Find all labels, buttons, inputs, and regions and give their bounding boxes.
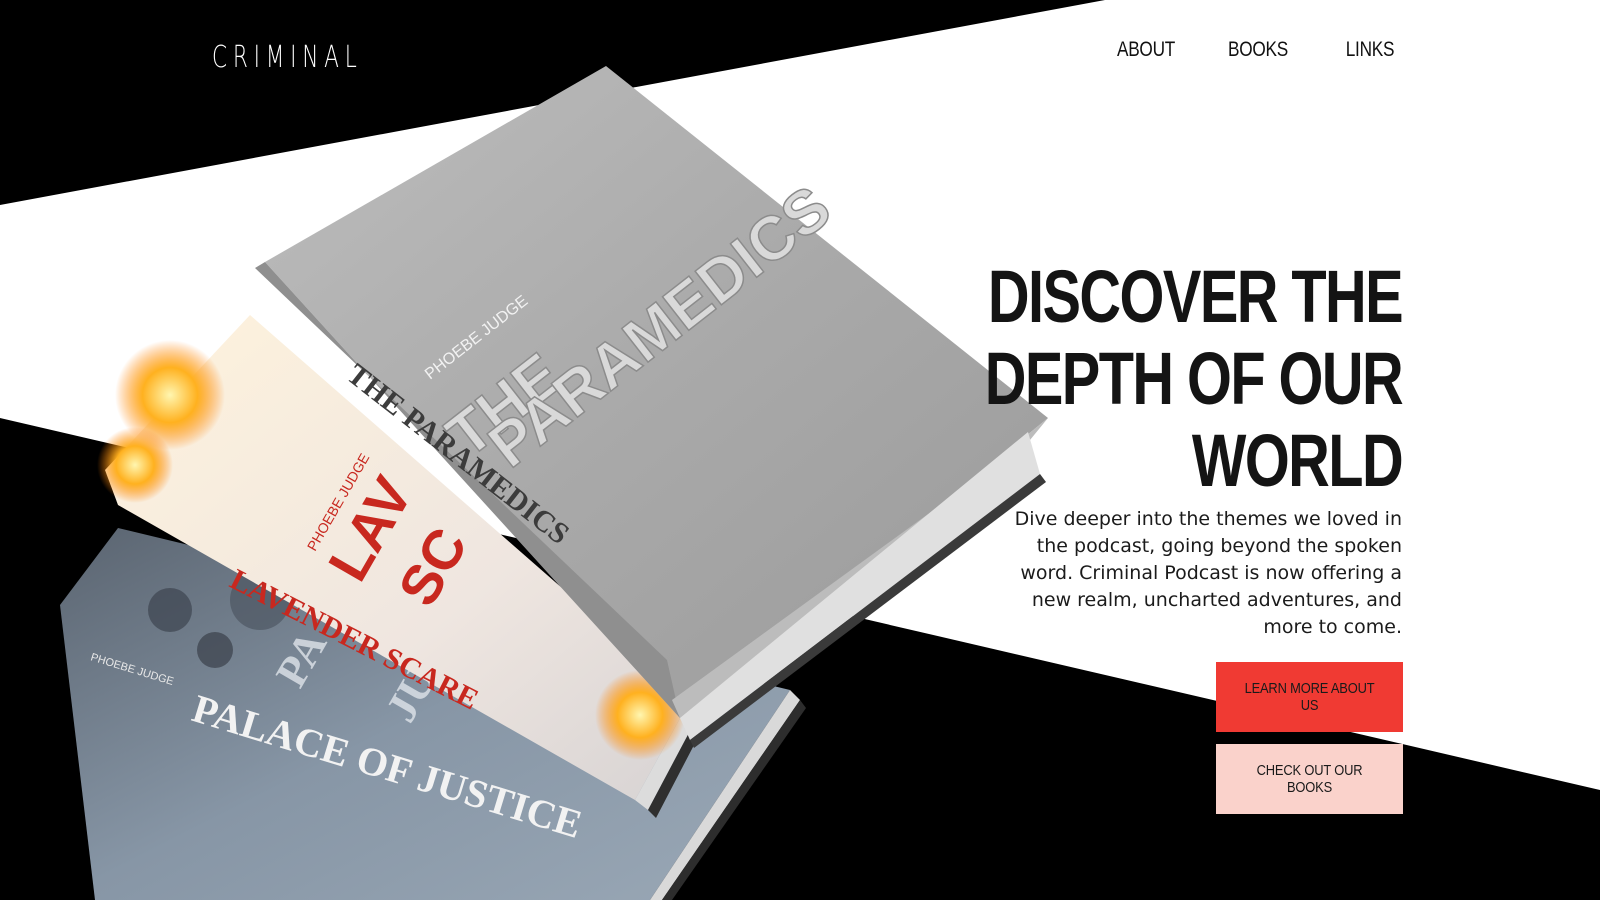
check-out-books-button-label: CHECK OUT OUR BOOKS (1256, 762, 1363, 796)
hero-description: Dive deeper into the themes we loved in … (1014, 508, 1402, 638)
learn-more-button[interactable]: LEARN MORE ABOUT US (1216, 662, 1403, 732)
hero-headline-line-1: DISCOVER THE (987, 254, 1404, 338)
check-out-books-button[interactable]: CHECK OUT OUR BOOKS (1216, 744, 1403, 814)
main-nav: ABOUT BOOKS LINKS (1090, 38, 1426, 62)
nav-links[interactable]: LINKS (1324, 38, 1416, 62)
nav-books[interactable]: BOOKS (1212, 38, 1304, 62)
hero-headline-line-2: DEPTH OF OUR (984, 336, 1404, 420)
hero-headline: DISCOVER THE DEPTH OF OUR WORLD (867, 254, 1404, 502)
learn-more-button-label: LEARN MORE ABOUT US (1244, 680, 1375, 714)
hero-headline-line-3: WORLD (1191, 418, 1404, 502)
nav-about[interactable]: ABOUT (1100, 38, 1192, 62)
